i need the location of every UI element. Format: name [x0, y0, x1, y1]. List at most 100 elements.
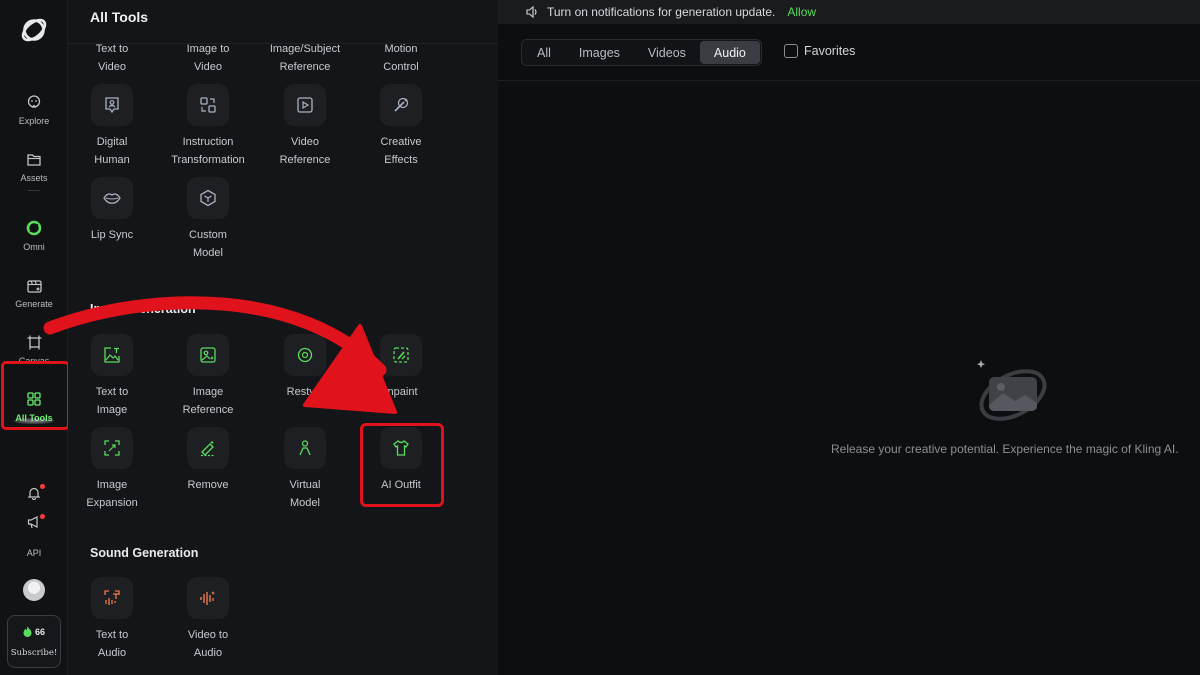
all-tools-highlight-box: [1, 361, 70, 430]
image-reference-icon: [187, 334, 229, 376]
empty-state-message: Release your creative potential. Experie…: [831, 442, 1179, 456]
filter-tabs: All Images Videos Audio: [521, 39, 762, 66]
notification-dot: [40, 484, 45, 489]
tool-label-line1: Text to: [95, 43, 129, 55]
app-root: Explore Assets Omni Generate Canvas API …: [0, 0, 1200, 675]
subscribe-label: Subscribe!: [10, 648, 58, 658]
tool-lip-sync[interactable]: Lip Sync: [66, 177, 158, 244]
avatar[interactable]: [23, 579, 45, 601]
tool-label-line1: Video: [291, 136, 319, 148]
tool-inpaint[interactable]: Inpaint: [355, 334, 447, 401]
tool-image-expansion[interactable]: Image Expansion: [66, 427, 158, 512]
rail-item-canvas[interactable]: Canvas: [4, 320, 64, 366]
digital-human-icon: [91, 84, 133, 126]
tool-label-line1: Image/Subject: [269, 43, 341, 55]
rail-item-omni[interactable]: Omni: [4, 206, 64, 252]
text-to-image-icon: [91, 334, 133, 376]
generate-icon: [25, 276, 43, 294]
favorites-label: Favorites: [804, 44, 856, 58]
tool-label-line1: Image: [192, 386, 224, 398]
eraser-icon: [187, 427, 229, 469]
tool-label-line2: Expansion: [86, 497, 138, 509]
omni-ring-icon: [25, 219, 43, 237]
tool-label-line1: Motion: [384, 43, 418, 55]
expand-icon: [91, 427, 133, 469]
canvas-icon: [25, 333, 43, 351]
bell-icon[interactable]: [27, 486, 41, 505]
tool-label-line1: Image: [96, 479, 128, 491]
tool-video-reference[interactable]: Video Reference: [259, 84, 351, 169]
filter-tab-all[interactable]: All: [523, 41, 565, 64]
tool-label-line2: Control: [383, 61, 419, 73]
tool-image-to-video[interactable]: Image to Video: [162, 40, 254, 80]
tool-label-line1: Lip Sync: [90, 229, 134, 241]
explore-icon: [25, 93, 43, 111]
tool-label-line2: Effects: [384, 154, 418, 166]
allow-notifications-link[interactable]: Allow: [787, 5, 816, 19]
filter-tab-audio[interactable]: Audio: [699, 41, 760, 64]
tools-panel: All Tools Text to Video Image to Video I…: [68, 0, 498, 675]
tool-label-line2: Human: [94, 154, 130, 166]
tool-label-line2: Image: [96, 404, 128, 416]
tool-label-line2: Reference: [182, 404, 234, 416]
tool-text-to-image[interactable]: Text to Image: [66, 334, 158, 419]
transformation-icon: [187, 84, 229, 126]
rail-item-generate[interactable]: Generate: [4, 263, 64, 309]
flame-icon: [23, 626, 32, 637]
rail-label-omni: Omni: [23, 242, 45, 252]
tool-text-to-video[interactable]: Text to Video: [66, 40, 158, 80]
filter-tab-videos[interactable]: Videos: [634, 41, 700, 64]
tool-image-subject-reference[interactable]: Image/Subject Reference: [259, 40, 351, 80]
tool-label-line1: Text to: [95, 629, 129, 641]
tool-restyle[interactable]: Restyle: [259, 334, 351, 401]
rail-label-generate: Generate: [15, 299, 53, 309]
tool-label-line1: Virtual: [289, 479, 321, 491]
tool-image-reference[interactable]: Image Reference: [162, 334, 254, 419]
tool-video-to-audio[interactable]: Video to Audio: [162, 577, 254, 662]
section-title-image-generation: Image Generation: [90, 302, 196, 316]
restyle-icon: [284, 334, 326, 376]
empty-gallery-icon: [977, 360, 1047, 421]
tool-label-line1: Inpaint: [384, 386, 418, 398]
main-area: Turn on notifications for generation upd…: [498, 0, 1200, 675]
tool-remove[interactable]: Remove: [162, 427, 254, 494]
subscribe-button[interactable]: 66 Subscribe!: [7, 615, 61, 668]
rail-item-explore[interactable]: Explore: [4, 80, 64, 126]
tool-label-line1: Restyle: [286, 386, 324, 398]
video-reference-icon: [284, 84, 326, 126]
tool-label-line1: Digital: [96, 136, 128, 148]
tool-label-line1: Remove: [187, 479, 229, 491]
tool-label-line2: Video: [194, 61, 222, 73]
rail-item-assets[interactable]: Assets: [4, 137, 64, 183]
rail-separator: [28, 190, 40, 191]
kling-logo-icon[interactable]: [18, 14, 50, 46]
tool-label-line1: Instruction: [182, 136, 234, 148]
lips-icon: [91, 177, 133, 219]
favorites-toggle[interactable]: Favorites: [784, 44, 855, 58]
tool-digital-human[interactable]: Digital Human: [66, 84, 158, 169]
filter-tab-images[interactable]: Images: [565, 41, 634, 64]
section-title-sound-generation: Sound Generation: [90, 546, 199, 560]
left-rail: Explore Assets Omni Generate Canvas API …: [0, 0, 70, 675]
tool-motion-control[interactable]: Motion Control: [355, 40, 447, 80]
speaker-icon: [526, 6, 537, 18]
tool-custom-model[interactable]: Custom Model: [162, 177, 254, 262]
rail-label-assets: Assets: [20, 173, 48, 183]
notification-bar: Turn on notifications for generation upd…: [498, 0, 1200, 24]
tool-label-line2: Reference: [279, 61, 331, 73]
rail-label-explore: Explore: [18, 116, 50, 126]
tool-instruction-transformation[interactable]: Instruction Transformation: [162, 84, 254, 169]
ai-outfit-highlight-box: [360, 423, 444, 507]
tool-text-to-audio[interactable]: Text to Audio: [66, 577, 158, 662]
main-divider: [498, 80, 1200, 81]
tool-label-line1: Image to: [186, 43, 230, 55]
tool-creative-effects[interactable]: Creative Effects: [355, 84, 447, 169]
audio-wave-icon: [187, 577, 229, 619]
api-link[interactable]: API: [0, 548, 68, 558]
inpaint-icon: [380, 334, 422, 376]
tool-virtual-model[interactable]: Virtual Model: [259, 427, 351, 512]
tool-label-line2: Audio: [193, 647, 223, 659]
tool-label-line2: Transformation: [171, 154, 245, 166]
tool-label-line1: Video to: [187, 629, 229, 641]
favorites-checkbox[interactable]: [784, 44, 798, 58]
